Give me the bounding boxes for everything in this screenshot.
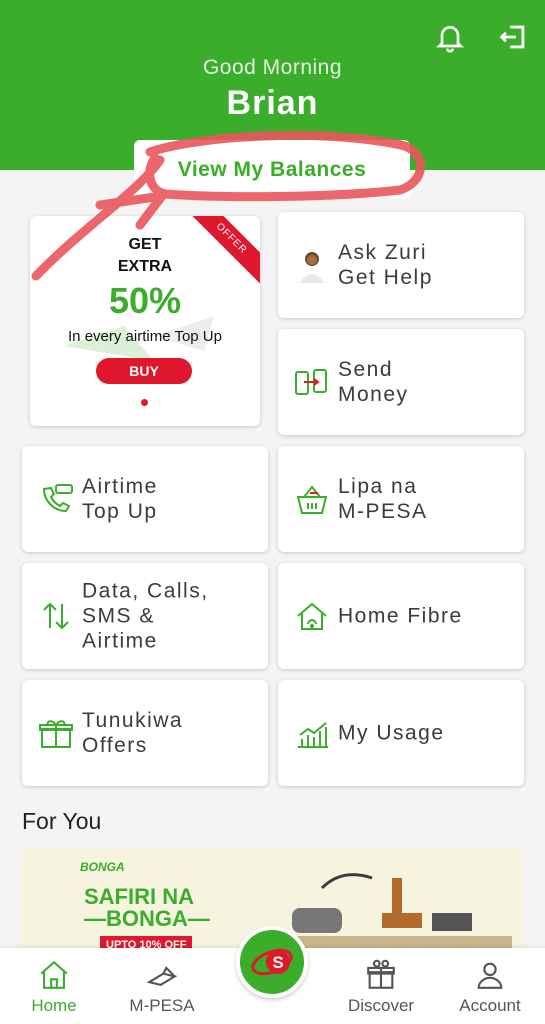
my-usage-label: My Usage <box>338 721 445 745</box>
lipa-na-mpesa-tile[interactable]: Lipa na M-PESA <box>278 446 524 552</box>
gift-icon <box>39 720 73 748</box>
ask-zuri-label: Ask Zuri Get Help <box>338 241 433 289</box>
nav-home[interactable]: Home <box>4 958 104 1016</box>
home-icon <box>40 960 68 989</box>
logout-icon[interactable] <box>496 20 530 54</box>
promo-subtitle: In every airtime Top Up <box>68 328 222 345</box>
for-you-heading: For You <box>22 808 102 834</box>
tunukiwa-offers-label: Tunukiwa Offers <box>82 709 184 757</box>
promo-line2: EXTRA <box>117 258 173 275</box>
safaricom-center-button[interactable]: S <box>236 926 308 998</box>
view-balances-button[interactable]: View My Balances <box>134 140 410 198</box>
carousel-dot[interactable] <box>141 399 148 406</box>
safari-animals-graphic <box>282 873 512 958</box>
promo-card[interactable]: OFFER GET EXTRA 50% In every airtime Top… <box>30 216 260 426</box>
tunukiwa-offers-tile[interactable]: Tunukiwa Offers <box>22 680 268 786</box>
safaricom-logo-icon: S <box>251 948 293 976</box>
mpesa-icon <box>146 966 178 987</box>
bonga-logo: BONGA <box>80 860 125 874</box>
lipa-na-mpesa-label: Lipa na M-PESA <box>338 475 428 523</box>
data-calls-sms-tile[interactable]: Data, Calls, SMS & Airtime <box>22 563 268 669</box>
zuri-avatar-icon <box>300 252 324 283</box>
send-money-icon <box>295 369 327 395</box>
data-calls-sms-label: Data, Calls, SMS & Airtime <box>82 579 209 653</box>
my-usage-tile[interactable]: My Usage <box>278 680 524 786</box>
nav-mpesa[interactable]: M-PESA <box>112 958 212 1016</box>
phone-topup-icon <box>42 484 73 513</box>
home-fibre-tile[interactable]: Home Fibre <box>278 563 524 669</box>
home-wifi-icon <box>297 602 327 630</box>
shopping-basket-icon <box>296 485 328 514</box>
send-money-tile[interactable]: Send Money <box>278 329 524 435</box>
send-money-label: Send Money <box>338 358 409 406</box>
airtime-topup-tile[interactable]: Airtime Top Up <box>22 446 268 552</box>
promo-percent: 50% <box>108 280 182 321</box>
gift-box-icon <box>367 959 395 989</box>
svg-text:S: S <box>272 953 283 972</box>
up-down-arrows-icon <box>43 602 69 630</box>
home-fibre-label: Home Fibre <box>338 604 463 628</box>
bell-icon[interactable] <box>434 22 466 54</box>
ask-zuri-tile[interactable]: Ask Zuri Get Help <box>278 212 524 318</box>
banner-title-line2: —BONGA— <box>84 906 210 931</box>
usage-chart-icon <box>298 722 328 748</box>
nav-discover[interactable]: Discover <box>331 958 431 1016</box>
nav-account[interactable]: Account <box>440 958 540 1016</box>
greeting: Good Morning <box>202 56 343 79</box>
airtime-topup-label: Airtime Top Up <box>82 475 158 523</box>
promo-line1: GET <box>128 236 162 253</box>
buy-button[interactable]: BUY <box>96 358 192 384</box>
username: Brian <box>226 84 319 122</box>
user-icon <box>477 962 503 989</box>
